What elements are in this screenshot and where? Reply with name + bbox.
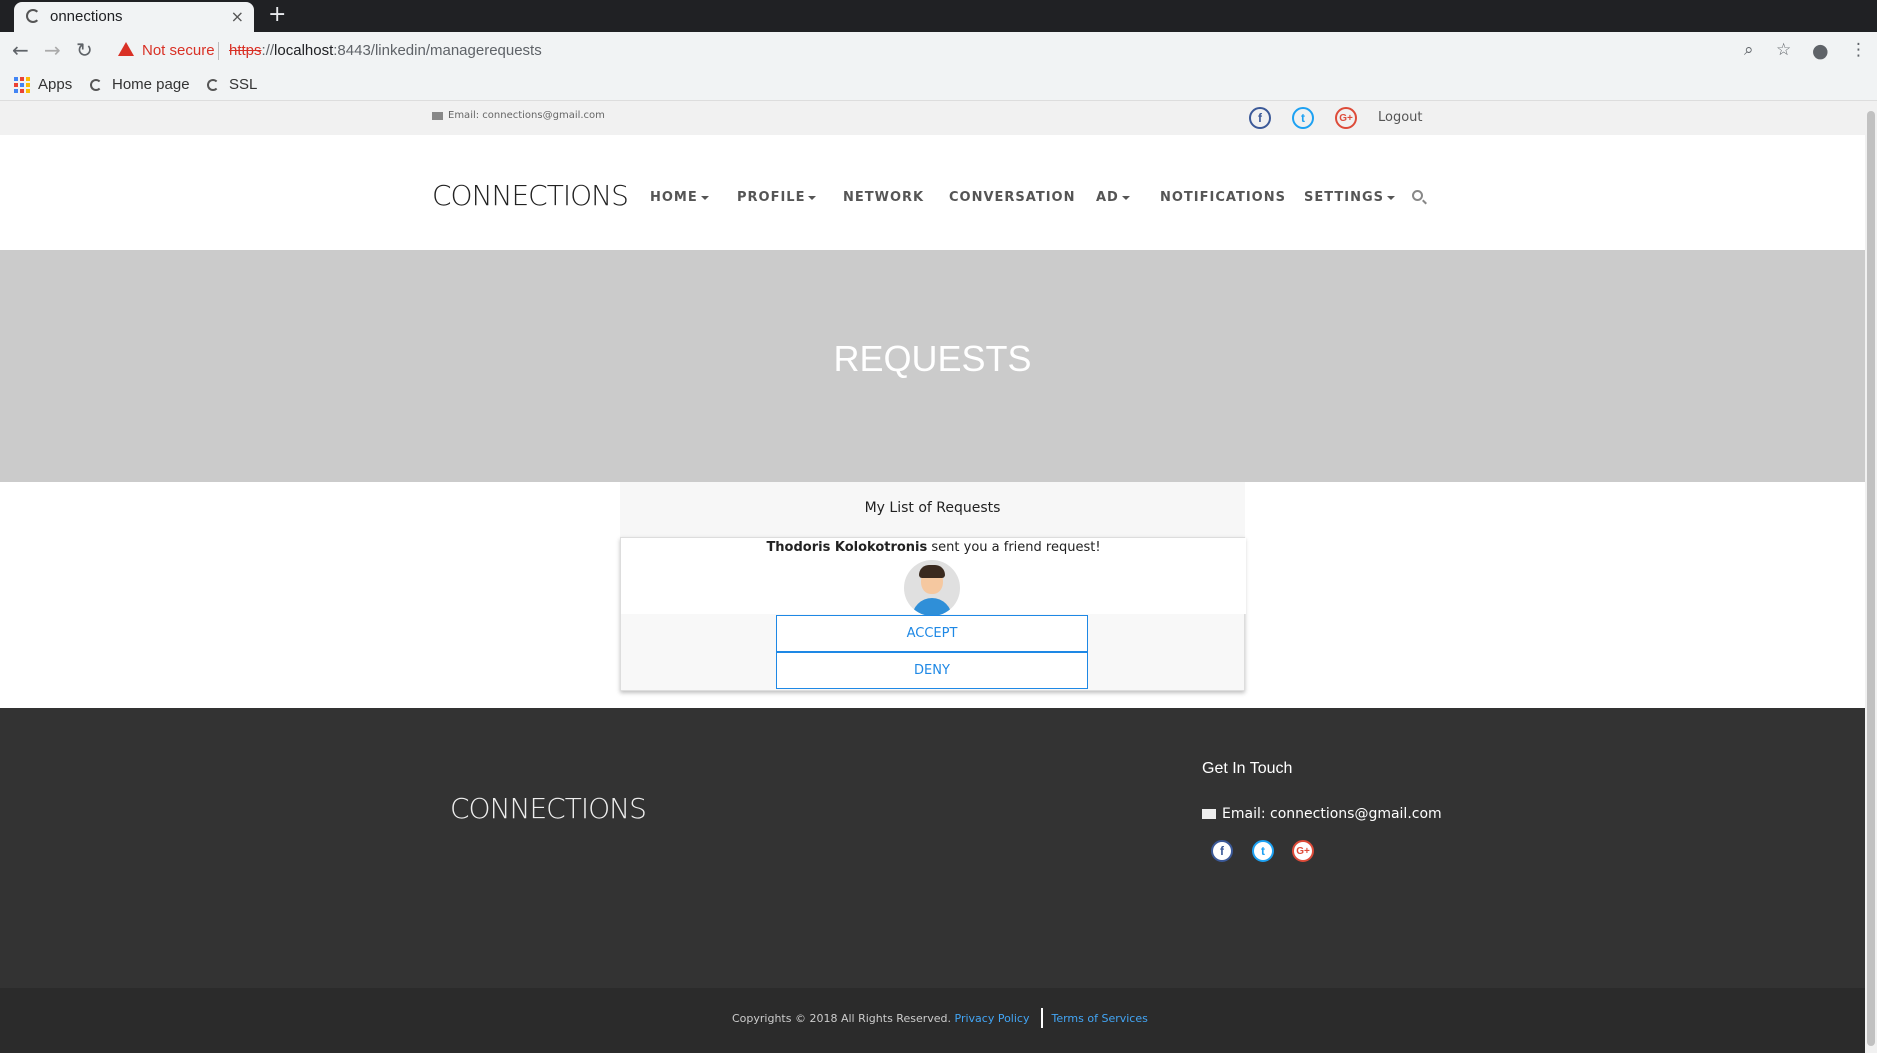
zoom-icon[interactable]: ⌕ xyxy=(1744,40,1754,60)
get-in-touch-heading: Get In Touch xyxy=(1202,760,1293,777)
apps-icon xyxy=(14,76,30,93)
facebook-icon[interactable]: f xyxy=(1211,840,1233,862)
browser-tab-bar: onnections × + xyxy=(0,0,1877,32)
requests-section: My List of Requests Thodoris Kolokotroni… xyxy=(0,482,1865,708)
page-title: REQUESTS xyxy=(833,338,1032,379)
tab-title: onnections xyxy=(50,8,123,25)
page-icon xyxy=(90,78,102,91)
google-plus-icon[interactable]: G+ xyxy=(1292,840,1314,862)
bookmark-home-page[interactable]: Home page xyxy=(90,76,190,93)
envelope-icon xyxy=(432,111,443,120)
nav-home[interactable]: HOME xyxy=(650,190,709,205)
forward-icon[interactable]: → xyxy=(44,38,61,62)
page-icon xyxy=(207,78,219,91)
warning-icon xyxy=(118,42,134,56)
bookmark-ssl[interactable]: SSL xyxy=(207,76,257,93)
request-card: Thodoris Kolokotronis sent you a friend … xyxy=(620,537,1246,691)
close-tab-icon[interactable]: × xyxy=(231,7,244,26)
nav-profile[interactable]: PROFILE xyxy=(737,190,817,205)
google-plus-icon[interactable]: G+ xyxy=(1335,107,1357,129)
bookmarks-bar: Apps Home page SSL xyxy=(0,70,1877,101)
envelope-icon xyxy=(1202,809,1216,819)
security-status[interactable]: Not secure xyxy=(142,42,215,59)
deny-button[interactable]: DENY xyxy=(776,652,1088,689)
twitter-icon[interactable]: t xyxy=(1252,840,1274,862)
search-icon[interactable] xyxy=(1412,190,1423,201)
caret-down-icon xyxy=(1387,195,1396,200)
requests-panel-title: My List of Requests xyxy=(864,500,1001,516)
page: Email: connections@gmail.com f t G+ Logo… xyxy=(0,101,1865,1053)
footer-bottom-bar: Copyrights © 2018 All Rights Reserved. P… xyxy=(0,988,1865,1053)
scrollbar-thumb[interactable] xyxy=(1867,111,1875,1046)
avatar-row xyxy=(621,558,1246,616)
nav-ad[interactable]: AD xyxy=(1096,190,1130,205)
back-icon[interactable]: ← xyxy=(12,38,29,62)
scrollbar[interactable] xyxy=(1865,101,1877,1053)
requests-panel: My List of Requests xyxy=(620,482,1245,537)
caret-down-icon xyxy=(808,195,817,200)
twitter-icon[interactable]: t xyxy=(1292,107,1314,129)
nav-conversation[interactable]: CONVERSATION xyxy=(949,190,1075,205)
bookmark-star-icon[interactable]: ☆ xyxy=(1776,40,1791,60)
requester-name[interactable]: Thodoris Kolokotronis xyxy=(766,540,927,555)
footer-logo[interactable]: CONNECTIONS xyxy=(450,792,647,825)
footer-email: Email: connections@gmail.com xyxy=(1202,806,1442,822)
browser-toolbar: ← → ↻ Not secure https://localhost:8443/… xyxy=(0,32,1877,70)
logout-link[interactable]: Logout xyxy=(1378,110,1423,125)
divider xyxy=(218,42,219,60)
page-banner: REQUESTS xyxy=(0,250,1865,482)
facebook-icon[interactable]: f xyxy=(1249,107,1271,129)
menu-icon[interactable]: ⋮ xyxy=(1850,40,1867,60)
site-header: CONNECTIONS HOME PROFILE NETWORK CONVERS… xyxy=(0,135,1865,250)
nav-network[interactable]: NETWORK xyxy=(843,190,924,205)
address-bar[interactable]: https://localhost:8443/linkedin/managere… xyxy=(229,42,542,59)
divider xyxy=(1041,1008,1044,1028)
terms-link[interactable]: Terms of Services xyxy=(1051,1012,1147,1025)
browser-tab[interactable]: onnections × xyxy=(14,2,254,32)
caret-down-icon xyxy=(1121,195,1130,200)
top-contact-bar: Email: connections@gmail.com f t G+ Logo… xyxy=(0,101,1865,135)
nav-notifications[interactable]: NOTIFICATIONS xyxy=(1160,190,1286,205)
reload-icon[interactable]: ↻ xyxy=(76,38,93,62)
site-footer: CONNECTIONS Get In Touch Email: connecti… xyxy=(0,708,1865,988)
accept-button[interactable]: ACCEPT xyxy=(776,615,1088,652)
site-logo[interactable]: CONNECTIONS xyxy=(432,179,629,212)
new-tab-button[interactable]: + xyxy=(268,2,286,27)
nav-settings[interactable]: SETTINGS xyxy=(1304,190,1396,205)
copyright: Copyrights © 2018 All Rights Reserved. P… xyxy=(732,1008,1148,1028)
privacy-policy-link[interactable]: Privacy Policy xyxy=(955,1012,1030,1025)
bookmark-apps[interactable]: Apps xyxy=(14,76,72,93)
account-icon[interactable]: ● xyxy=(1812,40,1829,62)
avatar[interactable] xyxy=(904,560,960,616)
caret-down-icon xyxy=(700,195,709,200)
contact-email: Email: connections@gmail.com xyxy=(432,110,605,121)
request-message: Thodoris Kolokotronis sent you a friend … xyxy=(621,538,1246,558)
loading-icon xyxy=(26,9,40,23)
